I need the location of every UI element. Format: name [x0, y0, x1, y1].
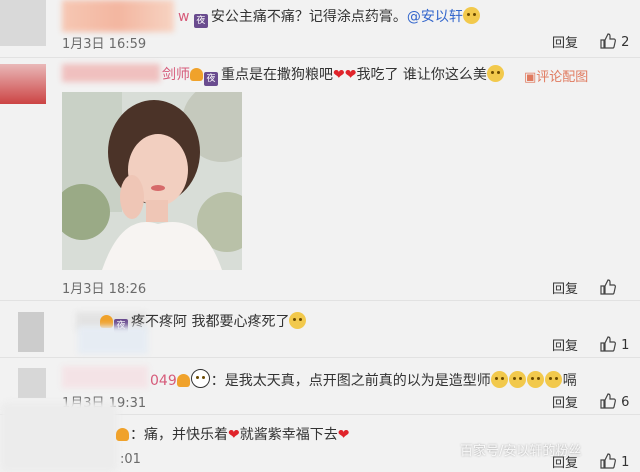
avatar[interactable]: [0, 402, 118, 472]
panda-emoji-icon: [190, 369, 210, 388]
heart-icon: ❤: [333, 67, 345, 83]
mention-link[interactable]: @安以轩: [407, 9, 463, 25]
avatar[interactable]: [0, 64, 46, 104]
like-count: 1: [621, 338, 630, 353]
comment-image-link[interactable]: ▣评论配图: [524, 66, 588, 85]
avatar[interactable]: [18, 312, 44, 352]
username-tail: w: [178, 9, 190, 25]
smile-emoji-icon: [490, 371, 508, 388]
comment-photo[interactable]: [62, 92, 242, 270]
like-count: 1: [621, 455, 630, 470]
username-tail: 049: [150, 373, 177, 389]
thumbs-up-icon: [600, 393, 616, 409]
like-count: 2: [621, 35, 630, 50]
medal-icon: [176, 374, 190, 387]
like-button[interactable]: 1: [600, 334, 629, 353]
medal-icon: [116, 428, 129, 441]
username-tail: 剑师: [162, 67, 190, 83]
smile-emoji-icon: [544, 371, 562, 388]
reply-button[interactable]: 回复: [552, 392, 578, 411]
like-button[interactable]: 2: [600, 31, 629, 50]
smile-emoji-icon: [526, 371, 544, 388]
heart-icon: ❤: [337, 427, 350, 443]
like-count: 6: [621, 395, 630, 410]
reply-button[interactable]: 回复: [552, 335, 578, 354]
divider: [0, 300, 640, 301]
thumbs-up-icon: [600, 279, 616, 295]
thumbs-up-icon: [600, 453, 616, 469]
smile-emoji-icon: [462, 7, 480, 24]
username[interactable]: [62, 366, 148, 388]
picture-icon: ▣: [524, 70, 537, 85]
smile-emoji-icon: [508, 371, 526, 388]
comment-time: 1月3日 16:59: [62, 37, 147, 52]
divider: [0, 57, 640, 58]
vip-icon: 夜: [193, 14, 208, 28]
vip-icon: 夜: [204, 72, 218, 86]
comment-time: :01: [120, 452, 141, 467]
username[interactable]: [62, 64, 160, 82]
heart-icon: ❤: [344, 67, 357, 83]
reply-button[interactable]: 回复: [552, 32, 578, 51]
reply-thumb: [78, 326, 148, 354]
thumbs-up-icon: [600, 33, 616, 49]
comment-text: ：痛，并快乐着❤就酱紫幸福下去❤: [116, 426, 349, 444]
medal-icon: [190, 68, 203, 81]
avatar[interactable]: [0, 0, 46, 46]
smile-emoji-icon: [486, 65, 504, 82]
like-button[interactable]: 6: [600, 391, 629, 410]
comment-time: 1月3日 18:26: [62, 282, 147, 297]
heart-icon: ❤: [228, 427, 240, 443]
reply-button[interactable]: 回复: [552, 278, 578, 297]
username[interactable]: [62, 0, 174, 32]
comment-text: 049 ：是我太天真，点开图之前真的以为是造型师嗝: [150, 369, 577, 390]
comment-text: w 夜安公主痛不痛？记得涂点药膏。@安以轩: [178, 7, 481, 28]
smile-emoji-icon: [289, 312, 307, 329]
thumbs-up-icon: [600, 336, 616, 352]
watermark: 百家号/安以轩的粉丝: [460, 444, 582, 459]
like-button[interactable]: 1: [600, 451, 629, 470]
like-button[interactable]: [600, 277, 616, 296]
divider: [0, 357, 640, 358]
comment-text: 剑师夜重点是在撒狗粮吧❤❤我吃了 谁让你这么美: [162, 65, 505, 86]
avatar[interactable]: [18, 368, 46, 398]
